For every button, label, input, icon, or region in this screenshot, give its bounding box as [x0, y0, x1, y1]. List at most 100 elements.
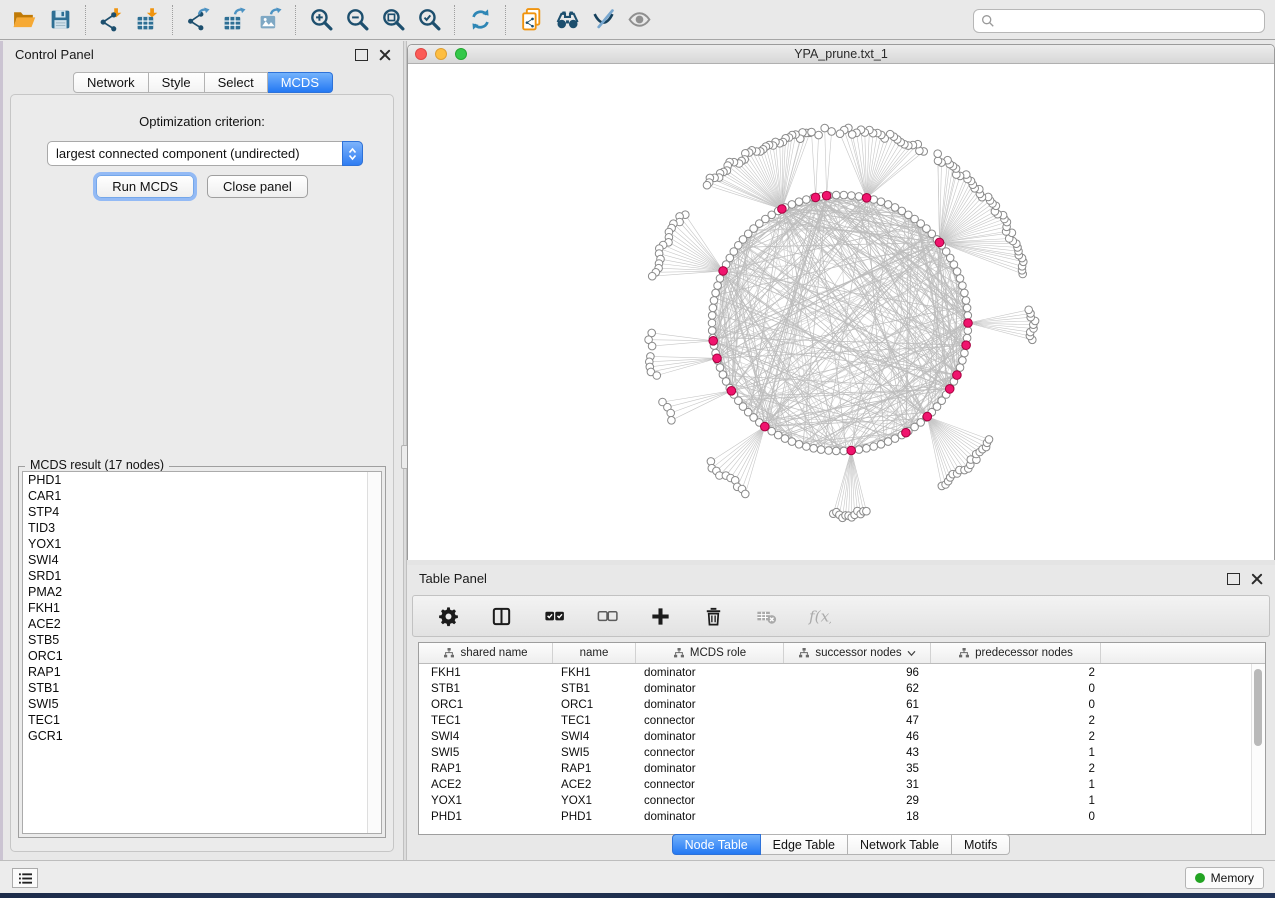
hide-graphics-details-button[interactable] — [585, 4, 621, 36]
columns-button[interactable] — [488, 603, 514, 629]
table-cell: ORC1 — [553, 698, 636, 711]
mcds-result-item[interactable]: FKH1 — [23, 600, 381, 616]
export-table-button[interactable] — [216, 4, 252, 36]
mcds-result-list[interactable]: PHD1CAR1STP4TID3YOX1SWI4SRD1PMA2FKH1ACE2… — [22, 471, 382, 834]
table-scrollbar-thumb[interactable] — [1254, 669, 1262, 746]
mcds-result-item[interactable]: ORC1 — [23, 648, 381, 664]
table-cell: dominator — [636, 698, 784, 711]
table-row[interactable]: YOX1YOX1connector291 — [419, 792, 1265, 808]
table-cell: 0 — [931, 810, 1101, 823]
tab-motifs[interactable]: Motifs — [952, 834, 1010, 855]
column-label: predecessor nodes — [975, 647, 1073, 659]
window-close-icon[interactable] — [415, 48, 427, 60]
show-graphics-details-button[interactable] — [621, 4, 657, 36]
table-row[interactable]: ORC1ORC1dominator610 — [419, 696, 1265, 712]
mcds-result-item[interactable]: SWI4 — [23, 552, 381, 568]
close-panel-icon[interactable] — [379, 49, 391, 61]
tab-select[interactable]: Select — [205, 72, 268, 93]
tab-node-table[interactable]: Node Table — [672, 834, 761, 855]
window-minimize-icon[interactable] — [435, 48, 447, 60]
close-panel-icon[interactable] — [1251, 573, 1263, 585]
network-search-button[interactable] — [549, 4, 585, 36]
column-header-predecessor-nodes[interactable]: predecessor nodes — [931, 643, 1101, 663]
import-table-button[interactable] — [129, 4, 165, 36]
mcds-result-item[interactable]: SRD1 — [23, 568, 381, 584]
network-canvas[interactable] — [408, 64, 1274, 560]
close-panel-button[interactable]: Close panel — [207, 175, 308, 198]
export-network-button[interactable] — [180, 4, 216, 36]
tab-network[interactable]: Network — [73, 72, 149, 93]
import-table-icon — [135, 7, 160, 32]
zoom-out-button[interactable] — [339, 4, 375, 36]
mcds-result-item[interactable]: TEC1 — [23, 712, 381, 728]
window-maximize-icon[interactable] — [455, 48, 467, 60]
apply-layout-icon — [468, 7, 493, 32]
run-mcds-button[interactable]: Run MCDS — [96, 175, 194, 198]
memory-button[interactable]: Memory — [1185, 867, 1264, 889]
float-panel-icon[interactable] — [355, 49, 368, 61]
table-cell: connector — [636, 778, 784, 791]
task-history-button[interactable] — [12, 868, 38, 888]
zoom-fit-button[interactable] — [375, 4, 411, 36]
mcds-result-item[interactable]: YOX1 — [23, 536, 381, 552]
network-window-titlebar[interactable]: YPA_prune.txt_1 — [408, 45, 1274, 64]
table-cell: PHD1 — [419, 810, 553, 823]
table-row[interactable]: TEC1TEC1connector472 — [419, 712, 1265, 728]
column-header-successor-nodes[interactable]: successor nodes — [784, 643, 931, 663]
clone-network-button[interactable] — [513, 4, 549, 36]
zoom-selected-button[interactable] — [411, 4, 447, 36]
table-row[interactable]: PHD1PHD1dominator180 — [419, 808, 1265, 824]
mcds-result-item[interactable]: RAP1 — [23, 664, 381, 680]
mcds-result-item[interactable]: CAR1 — [23, 488, 381, 504]
search-box[interactable] — [973, 9, 1265, 33]
apply-layout-button[interactable] — [462, 4, 498, 36]
table-cell: 47 — [784, 714, 931, 727]
mcds-result-item[interactable]: STB1 — [23, 680, 381, 696]
table-row[interactable]: STB1STB1dominator620 — [419, 680, 1265, 696]
column-header-shared-name[interactable]: shared name — [419, 643, 553, 663]
delete-row-button[interactable] — [700, 603, 726, 629]
float-panel-icon[interactable] — [1227, 573, 1240, 585]
open-session-button[interactable] — [6, 4, 42, 36]
status-bar: Memory — [0, 860, 1275, 893]
table-cell: 2 — [931, 730, 1101, 743]
tab-network-table[interactable]: Network Table — [848, 834, 952, 855]
table-row[interactable]: SWI4SWI4dominator462 — [419, 728, 1265, 744]
import-network-button[interactable] — [93, 4, 129, 36]
mcds-list-scrollbar[interactable] — [367, 472, 381, 833]
deselect-all-button[interactable] — [594, 603, 620, 629]
mcds-result-item[interactable]: SWI5 — [23, 696, 381, 712]
table-scrollbar[interactable] — [1251, 664, 1265, 834]
mcds-result-item[interactable]: TID3 — [23, 520, 381, 536]
table-panel-title: Table Panel — [419, 571, 487, 586]
tab-edge-table[interactable]: Edge Table — [761, 834, 848, 855]
column-header-name[interactable]: name — [553, 643, 636, 663]
optimization-criterion-select[interactable]: largest connected component (undirected) — [47, 141, 363, 166]
zoom-in-button[interactable] — [303, 4, 339, 36]
export-image-icon — [258, 7, 283, 32]
table-row[interactable]: FKH1FKH1dominator962 — [419, 664, 1265, 680]
tab-mcds[interactable]: MCDS — [268, 72, 333, 93]
table-row[interactable]: ACE2ACE2connector311 — [419, 776, 1265, 792]
table-row[interactable]: RAP1RAP1dominator352 — [419, 760, 1265, 776]
mcds-result-item[interactable]: PHD1 — [23, 472, 381, 488]
tab-style[interactable]: Style — [149, 72, 205, 93]
mcds-result-item[interactable]: PMA2 — [23, 584, 381, 600]
add-row-button[interactable] — [647, 603, 673, 629]
search-input[interactable] — [995, 14, 1264, 29]
network-graph[interactable] — [408, 64, 1274, 560]
table-cell: 1 — [931, 746, 1101, 759]
save-session-button[interactable] — [42, 4, 78, 36]
mcds-result-item[interactable]: STB5 — [23, 632, 381, 648]
settings-button[interactable] — [435, 603, 461, 629]
mcds-result-item[interactable]: GCR1 — [23, 728, 381, 744]
mcds-result-item[interactable]: STP4 — [23, 504, 381, 520]
table-cell: SWI5 — [419, 746, 553, 759]
table-row[interactable]: SWI5SWI5connector431 — [419, 744, 1265, 760]
column-header-MCDS-role[interactable]: MCDS role — [636, 643, 784, 663]
select-all-button[interactable] — [541, 603, 567, 629]
mcds-result-item[interactable]: ACE2 — [23, 616, 381, 632]
table-panel: Table Panel f(x) shared namenameMCDS rol… — [407, 565, 1275, 860]
export-image-button[interactable] — [252, 4, 288, 36]
table-cell: connector — [636, 714, 784, 727]
